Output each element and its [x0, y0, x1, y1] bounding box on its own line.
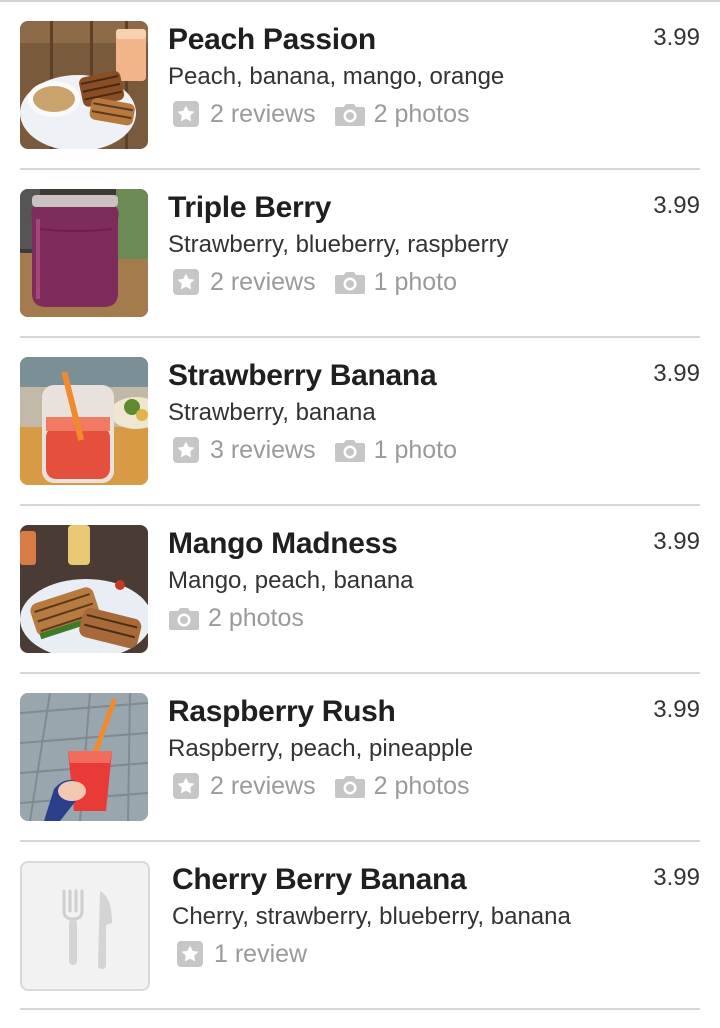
star-icon — [172, 436, 200, 464]
fork-knife-placeholder-icon[interactable] — [20, 861, 150, 991]
menu-item[interactable]: Raspberry Rush Raspberry, peach, pineapp… — [0, 674, 720, 842]
item-name: Strawberry Banana — [168, 359, 437, 392]
photos-count: 2 photos — [373, 99, 470, 128]
camera-icon — [334, 268, 366, 296]
item-description: Strawberry, banana — [168, 399, 376, 426]
star-icon — [172, 100, 200, 128]
reviews-link[interactable]: 3 reviews — [168, 436, 316, 465]
item-photo[interactable] — [20, 189, 148, 317]
item-name: Peach Passion — [168, 23, 376, 56]
item-name: Cherry Berry Banana — [172, 863, 467, 896]
item-name: Raspberry Rush — [168, 695, 396, 728]
menu-item[interactable]: Peach Passion Peach, banana, mango, oran… — [0, 2, 720, 170]
item-price: 3.99 — [653, 528, 700, 555]
reviews-link[interactable]: 2 reviews — [168, 268, 316, 297]
item-price: 3.99 — [653, 864, 700, 891]
reviews-count: 2 reviews — [210, 771, 316, 800]
menu-item[interactable]: Cherry Berry Banana Cherry, strawberry, … — [0, 842, 720, 1010]
reviews-count: 2 reviews — [210, 267, 316, 296]
item-description: Peach, banana, mango, orange — [168, 63, 505, 90]
item-price: 3.99 — [653, 24, 700, 51]
camera-icon — [334, 772, 366, 800]
reviews-link[interactable]: 1 review — [172, 940, 307, 969]
photos-link[interactable]: 2 photos — [334, 100, 470, 129]
photos-link[interactable]: 1 photo — [334, 268, 457, 297]
star-icon — [176, 940, 204, 968]
item-description: Mango, peach, banana — [168, 567, 414, 594]
camera-icon — [168, 604, 200, 632]
item-photo[interactable] — [20, 693, 148, 821]
photos-count: 2 photos — [208, 603, 304, 632]
item-price: 3.99 — [653, 192, 700, 219]
camera-icon — [334, 100, 366, 128]
photos-count: 1 photo — [373, 435, 458, 464]
item-divider — [20, 1008, 700, 1010]
item-price: 3.99 — [653, 360, 700, 387]
reviews-link[interactable]: 2 reviews — [168, 100, 316, 129]
item-description: Cherry, strawberry, blueberry, banana — [172, 903, 571, 930]
photos-link[interactable]: 1 photo — [334, 436, 457, 465]
menu-item[interactable]: Triple Berry Strawberry, blueberry, rasp… — [0, 170, 720, 338]
item-photo[interactable] — [20, 525, 148, 653]
item-photo[interactable] — [20, 357, 148, 485]
menu-item[interactable]: Strawberry Banana Strawberry, banana 3 r… — [0, 338, 720, 506]
item-photo[interactable] — [20, 21, 148, 149]
photos-count: 2 photos — [373, 771, 470, 800]
menu-item[interactable]: Mango Madness Mango, peach, banana 2 pho… — [0, 506, 720, 674]
reviews-count: 2 reviews — [210, 99, 316, 128]
reviews-count: 1 review — [214, 939, 308, 968]
item-price: 3.99 — [653, 696, 700, 723]
menu-list: Peach Passion Peach, banana, mango, oran… — [0, 2, 720, 1010]
photos-count: 1 photo — [373, 267, 458, 296]
item-name: Triple Berry — [168, 191, 332, 224]
photos-link[interactable]: 2 photos — [334, 772, 470, 801]
photos-link[interactable]: 2 photos — [168, 604, 304, 633]
star-icon — [172, 772, 200, 800]
item-description: Raspberry, peach, pineapple — [168, 735, 474, 762]
star-icon — [172, 268, 200, 296]
reviews-link[interactable]: 2 reviews — [168, 772, 316, 801]
camera-icon — [334, 436, 366, 464]
item-description: Strawberry, blueberry, raspberry — [168, 231, 509, 258]
reviews-count: 3 reviews — [210, 435, 316, 464]
item-name: Mango Madness — [168, 527, 398, 560]
